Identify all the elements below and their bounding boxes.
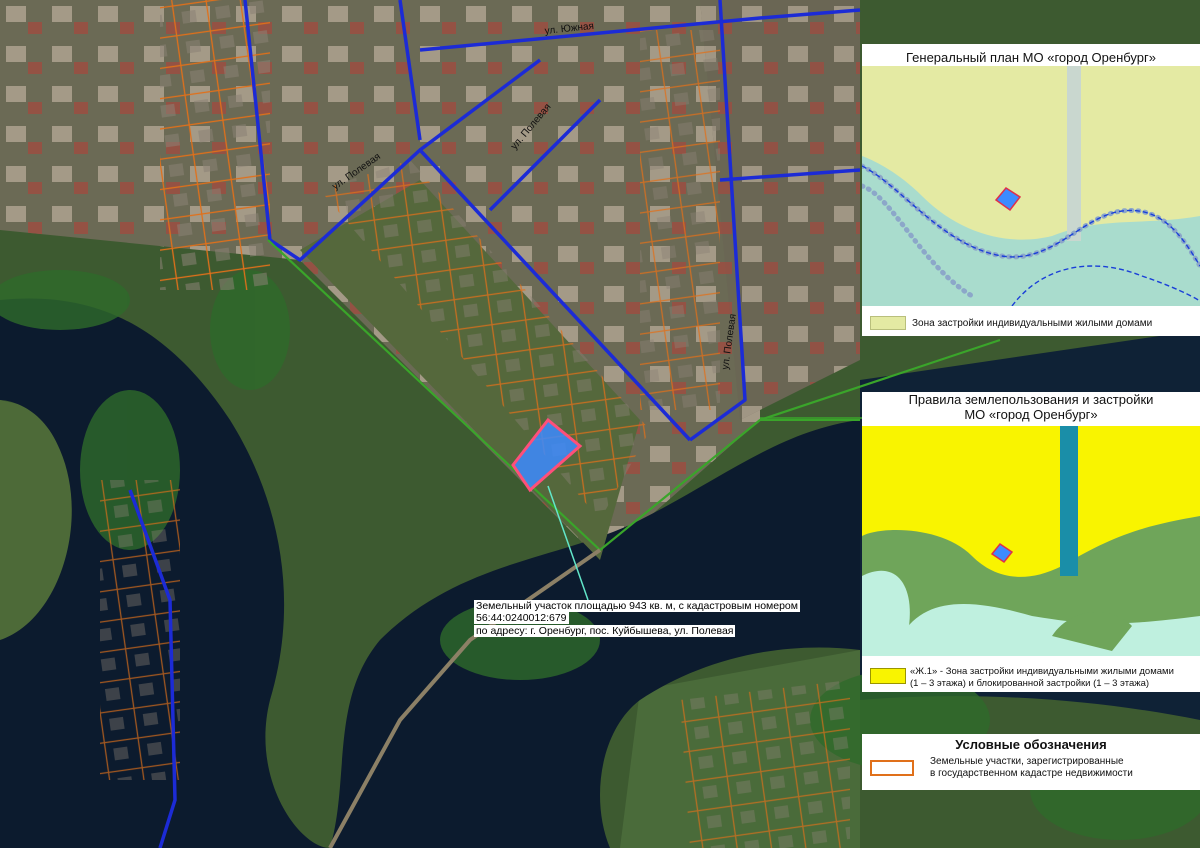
pzz-legend-line1: «Ж.1» - Зона застройки индивидуальными ж… (910, 666, 1174, 677)
pzz-map (862, 426, 1200, 656)
genplan-title: Генеральный план МО «город Оренбург» (906, 50, 1156, 65)
pzz-title-line1: Правила землепользования и застройки (908, 392, 1154, 407)
cadastral-parcels (680, 680, 850, 848)
cadastral-parcels (640, 30, 720, 410)
cadastral-parcels (160, 0, 270, 290)
legend-title: Условные обозначения (955, 737, 1107, 752)
genplan-panel: Генеральный план МО «город Оренбург» Зон… (862, 44, 1200, 336)
parcel-callout-line2: 56:44:0240012:679 (474, 612, 569, 624)
pzz-legend-swatch (870, 668, 906, 684)
parcel-callout-line1: Земельный участок площадью 943 кв. м, с … (474, 600, 800, 612)
legend-item-line2: в государственном кадастре недвижимости (930, 768, 1133, 779)
cadastral-parcels (100, 480, 180, 780)
genplan-legend-text: Зона застройки индивидуальными жилыми до… (912, 318, 1153, 329)
pzz-panel: Правила землепользования и застройки МО … (862, 392, 1200, 692)
legend-item-line1: Земельные участки, зарегистрированные (930, 756, 1124, 767)
genplan-legend-swatch (870, 316, 906, 330)
parcel-callout-line3: по адресу: г. Оренбург, пос. Куйбышева, … (474, 625, 736, 637)
pzz-legend-line2: (1 – 3 этажа) и блокированной застройки … (910, 678, 1150, 689)
parcel-legend-swatch (870, 760, 914, 776)
legend-panel: Условные обозначения Земельные участки, … (862, 734, 1200, 790)
pzz-title-line2: МО «город Оренбург» (964, 407, 1098, 422)
genplan-map (862, 66, 1200, 306)
